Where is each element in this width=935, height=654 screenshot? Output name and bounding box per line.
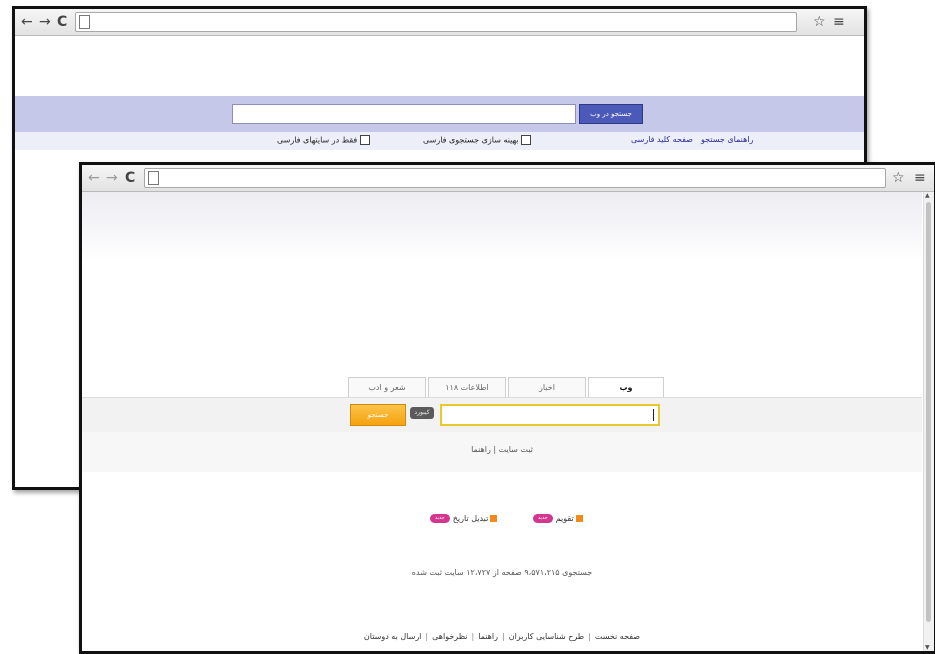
text-caret bbox=[653, 409, 654, 421]
tool-calendar[interactable]: تقویمجدید bbox=[533, 514, 583, 523]
bullet-icon bbox=[575, 515, 583, 522]
back-option-optimize-label: بهینه سازی جستجوی فارسی bbox=[423, 135, 519, 145]
tab-poetry[interactable]: شعر و ادب bbox=[348, 377, 426, 398]
new-badge: جدید bbox=[430, 514, 450, 523]
front-browser-toolbar: ← → C ☆ ≡ bbox=[82, 165, 934, 192]
bullet-icon bbox=[490, 515, 498, 522]
star-icon[interactable]: ☆ bbox=[813, 13, 826, 31]
new-badge: جدید bbox=[533, 514, 553, 523]
vertical-scrollbar[interactable]: ▲ ▼ bbox=[923, 192, 934, 651]
back-browser-toolbar: ← → C ☆ ≡ bbox=[15, 9, 864, 36]
footer-links: صفحه نخست|طرح شناسایی کاربران|راهنما|نظر… bbox=[82, 632, 922, 641]
forward-arrow-icon[interactable]: → bbox=[106, 169, 118, 187]
footer-link-share[interactable]: ارسال به دوستان bbox=[364, 632, 422, 641]
back-option-persian-only[interactable]: فقط در سایتهای فارسی bbox=[277, 135, 371, 145]
tool-date-convert-label: تبدیل تاریخ bbox=[452, 514, 489, 523]
scroll-up-icon[interactable]: ▲ bbox=[925, 192, 930, 199]
forward-arrow-icon[interactable]: → bbox=[39, 13, 51, 31]
tab-news[interactable]: اخبار bbox=[508, 377, 586, 398]
checkbox-icon[interactable] bbox=[521, 135, 532, 145]
register-band: ثبت سایت | راهنما bbox=[82, 432, 922, 472]
footer-link-user-id[interactable]: طرح شناسایی کاربران bbox=[509, 632, 584, 641]
reload-icon[interactable]: C bbox=[57, 13, 67, 31]
back-option-optimize[interactable]: بهینه سازی جستجوی فارسی bbox=[423, 135, 532, 145]
page-icon bbox=[148, 171, 159, 185]
back-option-persian-only-label: فقط در سایتهای فارسی bbox=[277, 135, 358, 145]
footer-link-survey[interactable]: نظرخواهی bbox=[432, 632, 467, 641]
back-arrow-icon[interactable]: ← bbox=[21, 13, 33, 31]
menu-icon[interactable]: ≡ bbox=[833, 13, 845, 31]
footer-link-home[interactable]: صفحه نخست bbox=[595, 632, 640, 641]
back-search-button[interactable]: جستجو در وب bbox=[579, 104, 643, 124]
front-search-band: جستجو کیبورد bbox=[82, 397, 922, 433]
back-search-input[interactable] bbox=[232, 104, 576, 124]
front-address-bar[interactable] bbox=[144, 168, 886, 188]
back-search-band: جستجو در وب bbox=[15, 96, 864, 132]
front-search-button[interactable]: جستجو bbox=[350, 404, 406, 426]
tab-web[interactable]: وب bbox=[588, 377, 664, 398]
scroll-thumb[interactable] bbox=[926, 202, 931, 622]
tab-118-info[interactable]: اطلاعات ۱۱۸ bbox=[428, 377, 506, 398]
footer-link-help[interactable]: راهنما bbox=[478, 632, 498, 641]
front-browser-window: ← → C ☆ ≡ وب اخبار اطلاعات ۱۱۸ شعر و ادب… bbox=[79, 162, 935, 654]
back-link-search-help[interactable]: راهنمای جستجو bbox=[701, 135, 753, 144]
back-link-persian-keyboard[interactable]: صفحه کلید فارسی bbox=[631, 135, 693, 144]
header-gradient bbox=[82, 192, 922, 262]
back-address-bar[interactable] bbox=[75, 12, 797, 32]
back-arrow-icon[interactable]: ← bbox=[88, 169, 100, 187]
footer-separator: | bbox=[501, 632, 505, 641]
index-stats: جستجوی ۹،۵۷۱،۲۱۵ صفحه از ۱۲،۷۲۷ سایت ثبت… bbox=[411, 568, 593, 577]
star-icon[interactable]: ☆ bbox=[892, 169, 905, 187]
footer-separator: | bbox=[588, 632, 591, 641]
tool-calendar-label: تقویم bbox=[555, 514, 574, 523]
checkbox-icon[interactable] bbox=[360, 135, 371, 145]
page-icon bbox=[79, 15, 90, 29]
footer-separator: | bbox=[471, 632, 475, 641]
menu-icon[interactable]: ≡ bbox=[914, 169, 926, 187]
keyboard-button[interactable]: کیبورد bbox=[410, 407, 434, 419]
register-links[interactable]: ثبت سایت | راهنما bbox=[82, 445, 922, 454]
back-options-row: راهنمای جستجو صفحه کلید فارسی بهینه سازی… bbox=[15, 132, 864, 150]
reload-icon[interactable]: C bbox=[125, 169, 135, 187]
front-search-input[interactable] bbox=[440, 404, 660, 426]
scroll-down-icon[interactable]: ▼ bbox=[925, 644, 930, 651]
tool-date-convert[interactable]: تبدیل تاریخجدید bbox=[430, 514, 498, 523]
footer-separator: | bbox=[425, 632, 429, 641]
